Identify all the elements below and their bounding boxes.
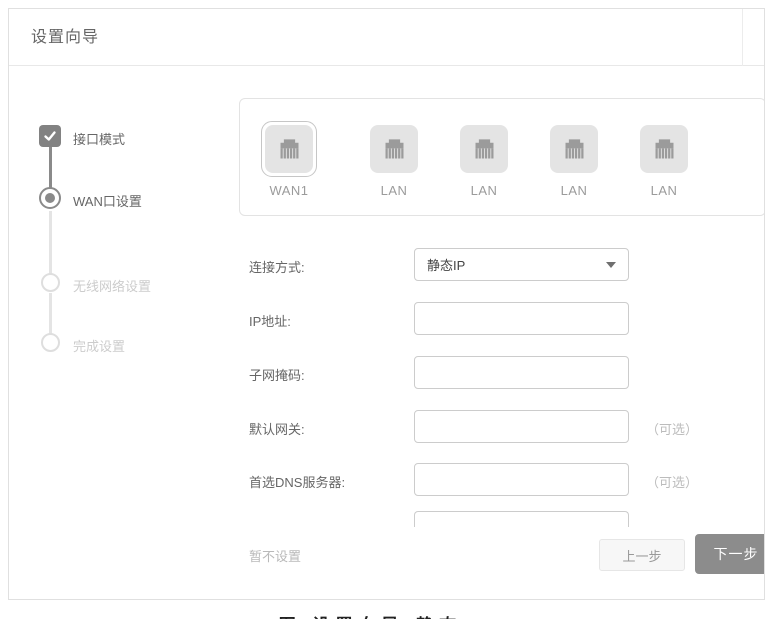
ip-address-label: IP地址: bbox=[249, 314, 291, 329]
primary-dns-field[interactable] bbox=[414, 463, 629, 496]
subnet-mask-label: 子网掩码: bbox=[249, 368, 305, 383]
default-gateway-field[interactable] bbox=[414, 410, 629, 443]
rj45-port-icon bbox=[370, 125, 418, 173]
port-label: LAN bbox=[380, 183, 408, 198]
caret-down-icon bbox=[606, 262, 616, 268]
subnet-mask-field[interactable] bbox=[414, 356, 629, 389]
rj45-port-icon bbox=[460, 125, 508, 173]
default-gateway-label: 默认网关: bbox=[249, 422, 305, 437]
check-icon bbox=[39, 125, 61, 147]
step-connector bbox=[49, 147, 52, 191]
setup-wizard-dialog: 设置向导 接口模式 WAN口设置 无线网络设置 完成设置 WAN1 LAN LA… bbox=[8, 8, 765, 600]
port-wan1[interactable]: WAN1 bbox=[259, 121, 319, 198]
port-lan-4[interactable]: LAN bbox=[634, 121, 694, 198]
rj45-port-icon bbox=[640, 125, 688, 173]
next-step-button[interactable]: 下一步 bbox=[695, 534, 764, 574]
step-interface-mode: 接口模式 bbox=[73, 132, 126, 147]
page: 设置向导 接口模式 WAN口设置 无线网络设置 完成设置 WAN1 LAN LA… bbox=[0, 0, 769, 619]
port-label: LAN bbox=[560, 183, 588, 198]
prev-step-button[interactable]: 上一步 bbox=[599, 539, 685, 571]
header-right-cell bbox=[742, 9, 764, 66]
port-lan-1[interactable]: LAN bbox=[364, 121, 424, 198]
port-lan-2[interactable]: LAN bbox=[454, 121, 514, 198]
radio-dot-icon bbox=[39, 187, 61, 209]
rj45-port-icon bbox=[265, 125, 313, 173]
ports-panel: WAN1 LAN LAN LAN LAN bbox=[239, 98, 764, 216]
step-connector bbox=[49, 293, 52, 335]
optional-note: （可选） bbox=[646, 422, 699, 437]
step-finish: 完成设置 bbox=[73, 339, 126, 354]
skip-setup-link[interactable]: 暂不设置 bbox=[249, 546, 301, 565]
step-connector bbox=[49, 211, 52, 275]
dialog-header: 设置向导 bbox=[9, 9, 764, 66]
port-label: LAN bbox=[470, 183, 498, 198]
connection-type-select[interactable]: 静态IP bbox=[414, 248, 629, 281]
secondary-dns-field-clipped[interactable] bbox=[414, 511, 629, 527]
page-title: 设置向导 bbox=[31, 29, 100, 46]
step-wireless-settings: 无线网络设置 bbox=[73, 279, 152, 294]
optional-note: （可选） bbox=[646, 475, 699, 490]
port-lan-3[interactable]: LAN bbox=[544, 121, 604, 198]
rj45-port-icon bbox=[550, 125, 598, 173]
empty-circle-icon bbox=[41, 333, 60, 352]
ip-address-field[interactable] bbox=[414, 302, 629, 335]
port-label: LAN bbox=[650, 183, 678, 198]
port-label: WAN1 bbox=[269, 183, 309, 198]
connection-type-label: 连接方式: bbox=[249, 260, 305, 275]
connection-type-value: 静态IP bbox=[427, 258, 466, 273]
empty-circle-icon bbox=[41, 273, 60, 292]
figure-caption: 图 设置向导-静态IP bbox=[0, 611, 769, 619]
primary-dns-label: 首选DNS服务器: bbox=[249, 475, 346, 490]
step-wan-settings: WAN口设置 bbox=[73, 194, 142, 209]
